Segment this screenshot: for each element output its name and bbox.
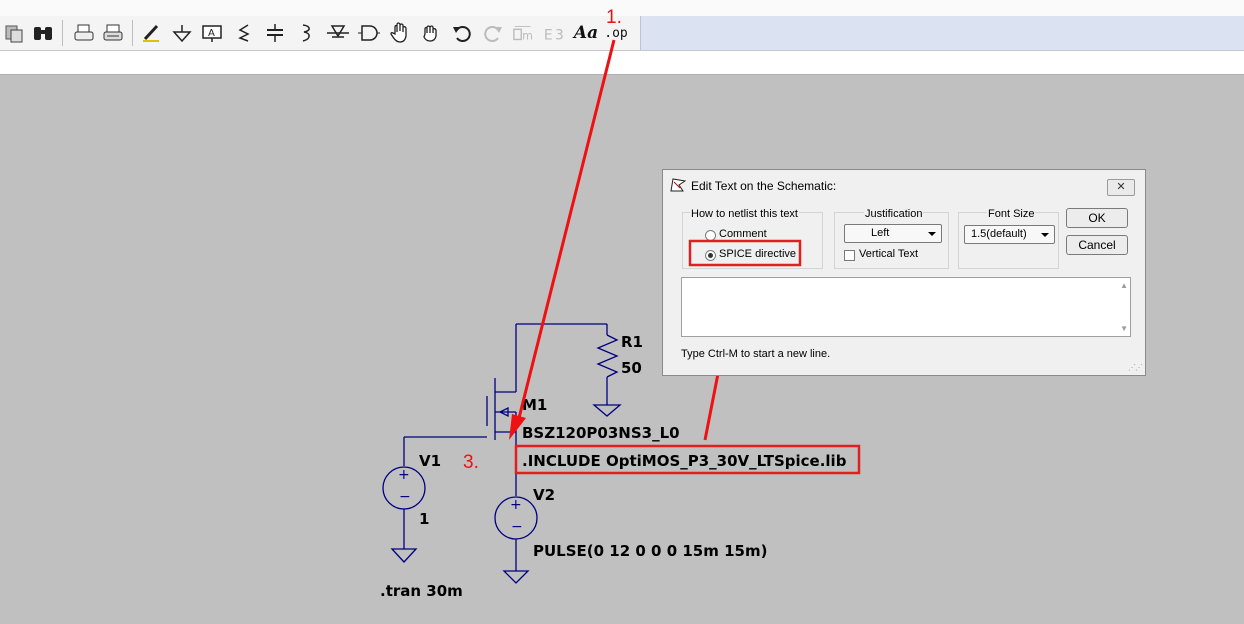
justification-label: Justification [864, 208, 924, 220]
annotation-step-1: 1. [606, 7, 622, 28]
spice-directive-option-label[interactable]: SPICE directive [719, 248, 796, 260]
resize-grip-icon[interactable]: ⋰⋰ [1128, 363, 1143, 372]
edit-text-dialog: Edit Text on the Schematic: ✕ How to net… [662, 169, 1146, 376]
dialog-title: Edit Text on the Schematic: [691, 179, 837, 193]
font-size-label: Font Size [987, 208, 1036, 220]
vertical-text-checkbox[interactable] [844, 250, 855, 261]
spice-directive-radio[interactable] [705, 250, 716, 261]
annotation-step-3: 3. [463, 452, 479, 473]
radio-selected-dot [708, 253, 713, 258]
include-highlight-box [514, 444, 861, 475]
justification-group: Justification Left Vertical Text [834, 208, 949, 269]
cancel-button[interactable]: Cancel [1066, 235, 1128, 255]
justification-select[interactable]: Left [844, 224, 942, 243]
justification-value: Left [871, 227, 890, 239]
font-size-select[interactable]: 1.5(default) [964, 225, 1055, 244]
ok-button[interactable]: OK [1066, 208, 1128, 228]
font-size-value: 1.5(default) [971, 228, 1027, 240]
scroll-up-icon[interactable]: ▲ [1120, 281, 1128, 290]
netlist-group: How to netlist this text Comment SPICE d… [682, 208, 823, 269]
dialog-title-bar[interactable]: Edit Text on the Schematic: ✕ [663, 170, 1145, 200]
comment-option-label[interactable]: Comment [719, 228, 767, 240]
arrow-1-shaft [516, 39, 616, 423]
directive-text-input[interactable]: ▲ ▼ [681, 277, 1131, 337]
hint-text: Type Ctrl-M to start a new line. [681, 348, 831, 360]
chevron-down-icon [1041, 233, 1049, 237]
comment-radio[interactable] [705, 230, 716, 241]
spice-option-highlight [688, 239, 802, 267]
font-size-group: Font Size 1.5(default) [958, 208, 1059, 269]
vertical-text-label[interactable]: Vertical Text [859, 248, 918, 260]
arrow-1-head [509, 414, 526, 440]
ltspice-icon [670, 178, 686, 192]
chevron-down-icon [928, 232, 936, 236]
netlist-group-label: How to netlist this text [690, 208, 799, 220]
close-button[interactable]: ✕ [1107, 179, 1135, 196]
scroll-down-icon[interactable]: ▼ [1120, 324, 1128, 333]
